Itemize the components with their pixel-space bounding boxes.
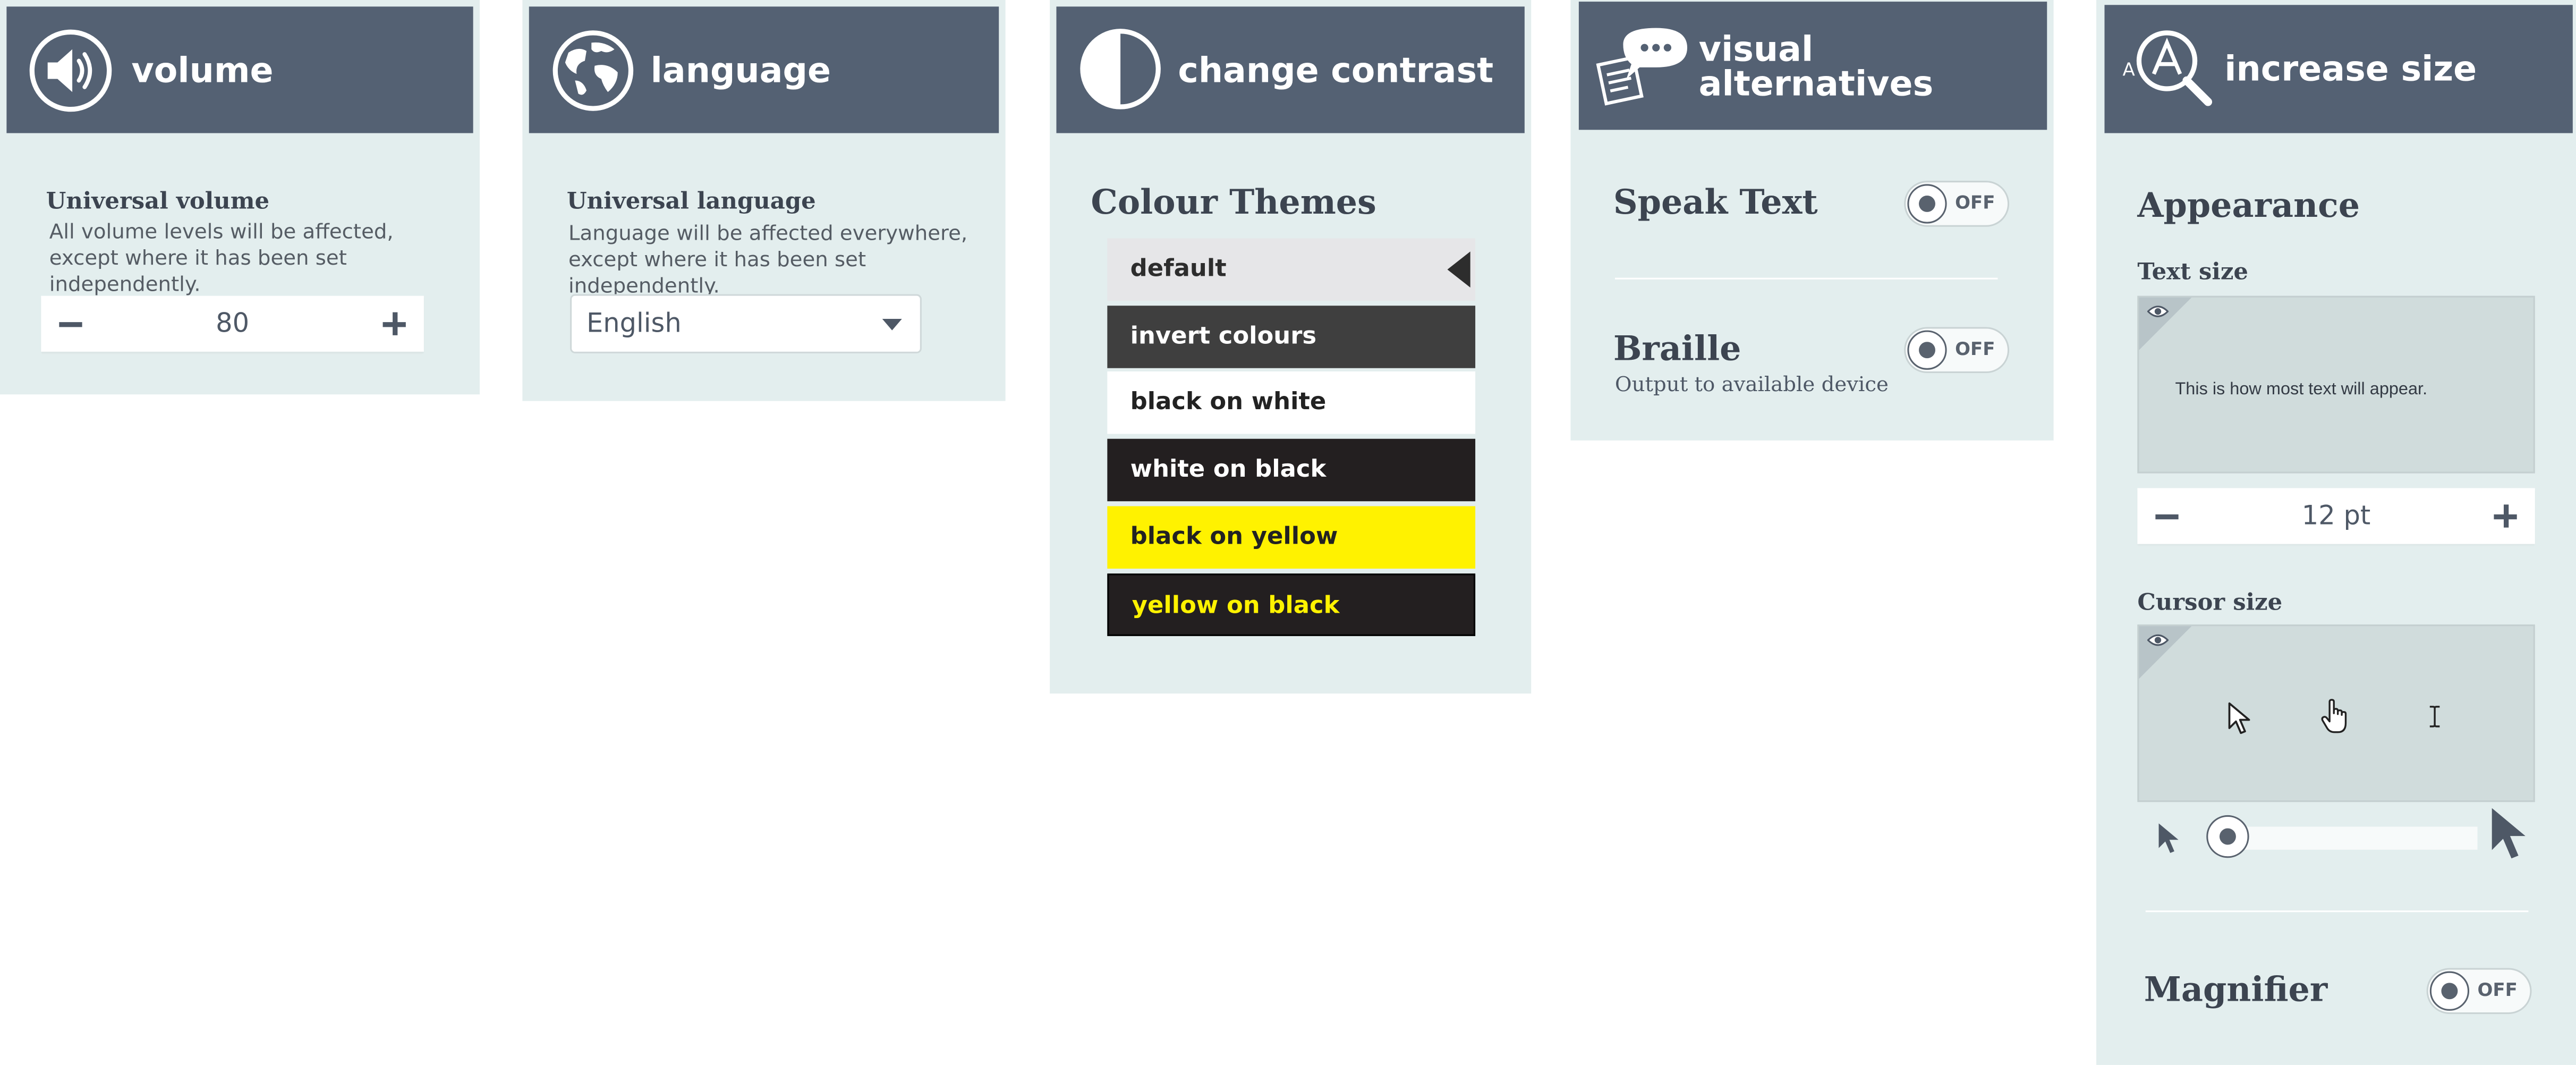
text-cursor-icon [2429,706,2440,728]
theme-option[interactable]: black on yellow [1107,505,1476,569]
text-size-label: Text size [2137,259,2248,286]
language-select[interactable]: English [570,294,922,353]
volume-stepper[interactable]: 80 [41,295,424,352]
theme-option[interactable]: invert colours [1107,305,1476,368]
theme-option-label: black on yellow [1130,523,1338,551]
visual-title-line2: alternatives [1698,64,1934,104]
toggle-knob [2429,971,2470,1011]
toggle-knob [1907,184,1947,224]
speech-bubble-icon [1596,28,1687,106]
theme-option-label: invert colours [1130,323,1317,350]
increase-size-title: increase size [2224,49,2477,89]
selected-triangle-icon [1447,251,1470,288]
arrow-cursor-icon [2228,702,2250,734]
text-size-preview: This is how most text will appear. [2137,295,2535,474]
volume-increase-button[interactable] [368,296,421,352]
theme-option[interactable]: yellow on black [1107,572,1476,636]
appearance-heading: Appearance [2137,185,2360,225]
theme-option[interactable]: white on black [1107,438,1476,502]
volume-value: 80 [216,307,250,339]
text-size-preview-text: This is how most text will appear. [2175,379,2428,400]
magnifier-label: Magnifier [2144,969,2328,1009]
divider [2145,910,2529,912]
text-size-increase-button[interactable] [2479,488,2532,544]
magnifier-toggle[interactable]: OFF [2426,968,2532,1015]
language-selected-value: English [586,307,682,339]
contrast-header[interactable]: change contrast [1056,6,1525,133]
volume-description: All volume levels will be affected, exce… [49,218,394,296]
language-description: Language will be affected everywhere, ex… [568,220,968,298]
preferences-app: volume Universal volume All volume level… [0,0,2576,1065]
magnifier-icon [2136,30,2213,106]
divider [1614,277,1998,280]
large-cursor-icon [2492,808,2526,859]
speak-text-label: Speak Text [1613,182,1818,222]
theme-option-label: yellow on black [1132,592,1340,619]
speak-text-toggle[interactable]: OFF [1904,181,2010,227]
toggle-state: OFF [1955,339,1995,360]
eye-icon [2147,306,2169,317]
eye-icon [2147,634,2169,646]
toggle-knob [1907,330,1947,370]
visual-header[interactable]: visual alternatives [1578,2,2047,130]
text-size-decrease-button[interactable] [2141,488,2194,544]
toggle-state: OFF [2477,979,2518,1001]
slider-track [2211,826,2478,850]
theme-option-label: white on black [1130,457,1327,484]
theme-option-label: default [1130,256,1227,283]
contrast-title: change contrast [1178,50,1494,91]
volume-header[interactable]: volume [6,6,473,133]
cursor-size-preview [2137,624,2535,802]
volume-decrease-button[interactable] [44,296,97,352]
language-header[interactable]: language [529,6,999,133]
small-cursor-icon [2158,823,2179,853]
speaker-icon [29,29,112,112]
increase-size-header[interactable]: A increase size [2104,5,2573,133]
language-title: language [650,50,831,91]
chevron-down-icon [882,318,902,331]
theme-option[interactable]: default [1107,238,1476,301]
cursor-size-label: Cursor size [2137,590,2283,616]
globe-icon [552,30,634,111]
language-heading: Universal language [566,189,816,216]
theme-option-label: black on white [1130,390,1327,417]
cursor-size-slider[interactable] [2195,815,2478,861]
visual-title-line1: visual [1698,29,1814,69]
braille-toggle[interactable]: OFF [1904,327,2010,373]
contrast-icon [1080,29,1161,109]
toggle-state: OFF [1955,192,1995,214]
braille-label: Braille [1613,328,1741,368]
volume-title: volume [131,50,274,91]
volume-heading: Universal volume [46,189,270,216]
text-size-stepper[interactable]: 12 pt [2137,488,2535,544]
slider-thumb[interactable] [2207,815,2250,858]
text-size-value: 12 pt [2301,500,2371,531]
braille-sublabel: Output to available device [1614,371,1889,396]
hand-cursor-icon [2321,699,2347,733]
theme-option[interactable]: black on white [1107,372,1476,435]
colour-themes-heading: Colour Themes [1091,182,1376,222]
